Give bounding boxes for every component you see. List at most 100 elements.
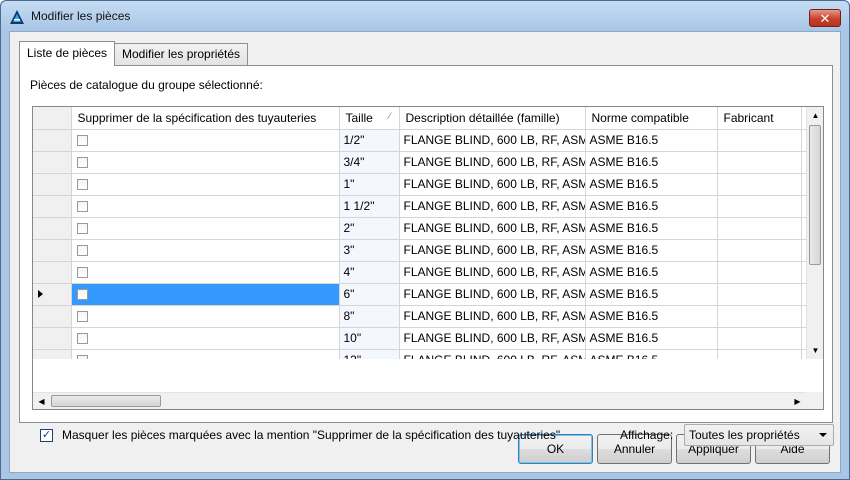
description-cell[interactable]: FLANGE BLIND, 600 LB, RF, ASM... — [399, 129, 586, 152]
description-cell[interactable]: FLANGE BLIND, 600 LB, RF, ASM... — [399, 195, 586, 218]
standard-cell[interactable]: ASME B16.5 — [585, 327, 718, 350]
suppress-checkbox[interactable] — [76, 201, 88, 213]
description-cell[interactable]: FLANGE BLIND, 600 LB, RF, ASM... — [399, 239, 586, 262]
suppress-cell[interactable] — [71, 217, 340, 240]
suppress-checkbox[interactable] — [76, 157, 88, 169]
col-header-description[interactable]: Description détaillée (famille) — [399, 107, 586, 130]
scroll-left-icon[interactable]: ◀ — [33, 393, 50, 409]
description-cell[interactable]: FLANGE BLIND, 600 LB, RF, ASM... — [399, 305, 586, 328]
manufacturer-cell[interactable] — [717, 239, 802, 262]
row-header[interactable] — [33, 239, 72, 262]
scroll-down-icon[interactable]: ▼ — [807, 342, 823, 359]
row-header[interactable] — [33, 283, 72, 306]
scroll-up-icon[interactable]: ▲ — [807, 107, 823, 124]
size-cell[interactable]: 6" — [339, 283, 400, 306]
suppress-checkbox[interactable] — [76, 289, 88, 301]
row-header[interactable] — [33, 195, 72, 218]
suppress-checkbox[interactable] — [76, 267, 88, 279]
table-row[interactable]: 12"FLANGE BLIND, 600 LB, RF, ASM...ASME … — [33, 349, 808, 359]
size-cell[interactable]: 10" — [339, 327, 400, 350]
col-header-manufacturer[interactable]: Fabricant — [717, 107, 802, 130]
standard-cell[interactable]: ASME B16.5 — [585, 151, 718, 174]
suppress-checkbox[interactable] — [76, 355, 88, 359]
suppress-checkbox[interactable] — [76, 223, 88, 235]
row-header[interactable] — [33, 173, 72, 196]
col-header-standard[interactable]: Norme compatible — [585, 107, 718, 130]
size-cell[interactable]: 12" — [339, 349, 400, 359]
description-cell[interactable]: FLANGE BLIND, 600 LB, RF, ASM... — [399, 261, 586, 284]
suppress-checkbox[interactable] — [76, 179, 88, 191]
horizontal-scroll-thumb[interactable] — [51, 395, 161, 407]
col-header-suppress[interactable]: Supprimer de la spécification des tuyaut… — [71, 107, 340, 130]
manufacturer-cell[interactable] — [717, 173, 802, 196]
suppress-cell[interactable] — [71, 173, 340, 196]
row-header[interactable] — [33, 327, 72, 350]
manufacturer-cell[interactable] — [717, 151, 802, 174]
table-row[interactable]: 1/2" FLANGE BLIND, 600 LB, RF, ASM... ASME… — [33, 129, 808, 152]
suppress-cell[interactable] — [71, 283, 340, 306]
row-header[interactable] — [33, 217, 72, 240]
standard-cell[interactable]: ASME B16.5 — [585, 283, 718, 306]
standard-cell[interactable]: ASME B16.5 — [585, 129, 718, 152]
close-button[interactable]: ✕ — [809, 9, 841, 27]
horizontal-scrollbar[interactable]: ◀ ▶ — [33, 392, 823, 409]
row-header[interactable] — [33, 151, 72, 174]
display-select[interactable]: Toutes les propriétés — [684, 424, 834, 446]
standard-cell[interactable]: ASME B16.5 — [585, 305, 718, 328]
description-cell[interactable]: FLANGE BLIND, 600 LB, RF, ASM... — [399, 217, 586, 240]
size-cell[interactable]: 2" — [339, 217, 400, 240]
table-row[interactable]: 1" FLANGE BLIND, 600 LB, RF, ASM... ASME B… — [33, 173, 808, 196]
suppress-cell[interactable] — [71, 195, 340, 218]
suppress-checkbox[interactable] — [76, 311, 88, 323]
suppress-cell[interactable] — [71, 129, 340, 152]
manufacturer-cell[interactable] — [717, 305, 802, 328]
scroll-right-icon[interactable]: ▶ — [789, 393, 806, 409]
description-cell[interactable]: FLANGE BLIND, 600 LB, RF, ASM... — [399, 349, 586, 359]
size-cell[interactable]: 3" — [339, 239, 400, 262]
description-cell[interactable]: FLANGE BLIND, 600 LB, RF, ASM... — [399, 173, 586, 196]
vertical-scroll-thumb[interactable] — [809, 125, 821, 265]
description-cell[interactable]: FLANGE BLIND, 600 LB, RF, ASM... — [399, 151, 586, 174]
size-cell[interactable]: 1 1/2" — [339, 195, 400, 218]
tab-parts-list[interactable]: Liste de pièces — [19, 41, 116, 66]
manufacturer-cell[interactable] — [717, 349, 802, 359]
standard-cell[interactable]: ASME B16.5 — [585, 239, 718, 262]
size-cell[interactable]: 1" — [339, 173, 400, 196]
description-cell[interactable]: FLANGE BLIND, 600 LB, RF, ASM... — [399, 327, 586, 350]
row-header[interactable] — [33, 349, 72, 359]
manufacturer-cell[interactable] — [717, 327, 802, 350]
size-cell[interactable]: 1/2" — [339, 129, 400, 152]
table-row[interactable]: 3/4" FLANGE BLIND, 600 LB, RF, ASM... ASME… — [33, 151, 808, 174]
standard-cell[interactable]: ASME B16.5 — [585, 173, 718, 196]
standard-cell[interactable]: ASME B16.5 — [585, 349, 718, 359]
table-row[interactable]: 1 1/2" FLANGE BLIND, 600 LB, RF, ASM... AS… — [33, 195, 808, 218]
table-row[interactable]: 4" FLANGE BLIND, 600 LB, RF, ASM... ASME B… — [33, 261, 808, 284]
col-header-size[interactable]: Taille ⁄ — [339, 107, 400, 130]
manufacturer-cell[interactable] — [717, 283, 802, 306]
tab-modify-properties[interactable]: Modifier les propriétés — [114, 43, 249, 65]
table-row[interactable]: 2" FLANGE BLIND, 600 LB, RF, ASM... ASME B… — [33, 217, 808, 240]
table-row[interactable]: 8" FLANGE BLIND, 600 LB, RF, ASM... ASME B… — [33, 305, 808, 328]
description-cell[interactable]: FLANGE BLIND, 600 LB, RF, ASM... — [399, 283, 586, 306]
suppress-cell[interactable] — [71, 239, 340, 262]
hide-suppressed-checkbox[interactable]: ✓ — [40, 429, 53, 442]
size-cell[interactable]: 4" — [339, 261, 400, 284]
table-row[interactable]: 6" FLANGE BLIND, 600 LB, RF, ASM... ASME B… — [33, 283, 808, 306]
size-cell[interactable]: 8" — [339, 305, 400, 328]
suppress-checkbox[interactable] — [76, 333, 88, 345]
manufacturer-cell[interactable] — [717, 129, 802, 152]
manufacturer-cell[interactable] — [717, 261, 802, 284]
suppress-cell[interactable] — [71, 151, 340, 174]
table-row[interactable]: 3" FLANGE BLIND, 600 LB, RF, ASM... ASME B… — [33, 239, 808, 262]
suppress-cell[interactable] — [71, 305, 340, 328]
suppress-cell[interactable] — [71, 261, 340, 284]
standard-cell[interactable]: ASME B16.5 — [585, 195, 718, 218]
row-header[interactable] — [33, 261, 72, 284]
suppress-checkbox[interactable] — [76, 245, 88, 257]
standard-cell[interactable]: ASME B16.5 — [585, 217, 718, 240]
suppress-checkbox[interactable] — [76, 135, 88, 147]
size-cell[interactable]: 3/4" — [339, 151, 400, 174]
vertical-scrollbar[interactable]: ▲ ▼ — [806, 107, 823, 359]
table-row[interactable]: 10" FLANGE BLIND, 600 LB, RF, ASM... ASME … — [33, 327, 808, 350]
suppress-cell[interactable] — [71, 349, 340, 359]
